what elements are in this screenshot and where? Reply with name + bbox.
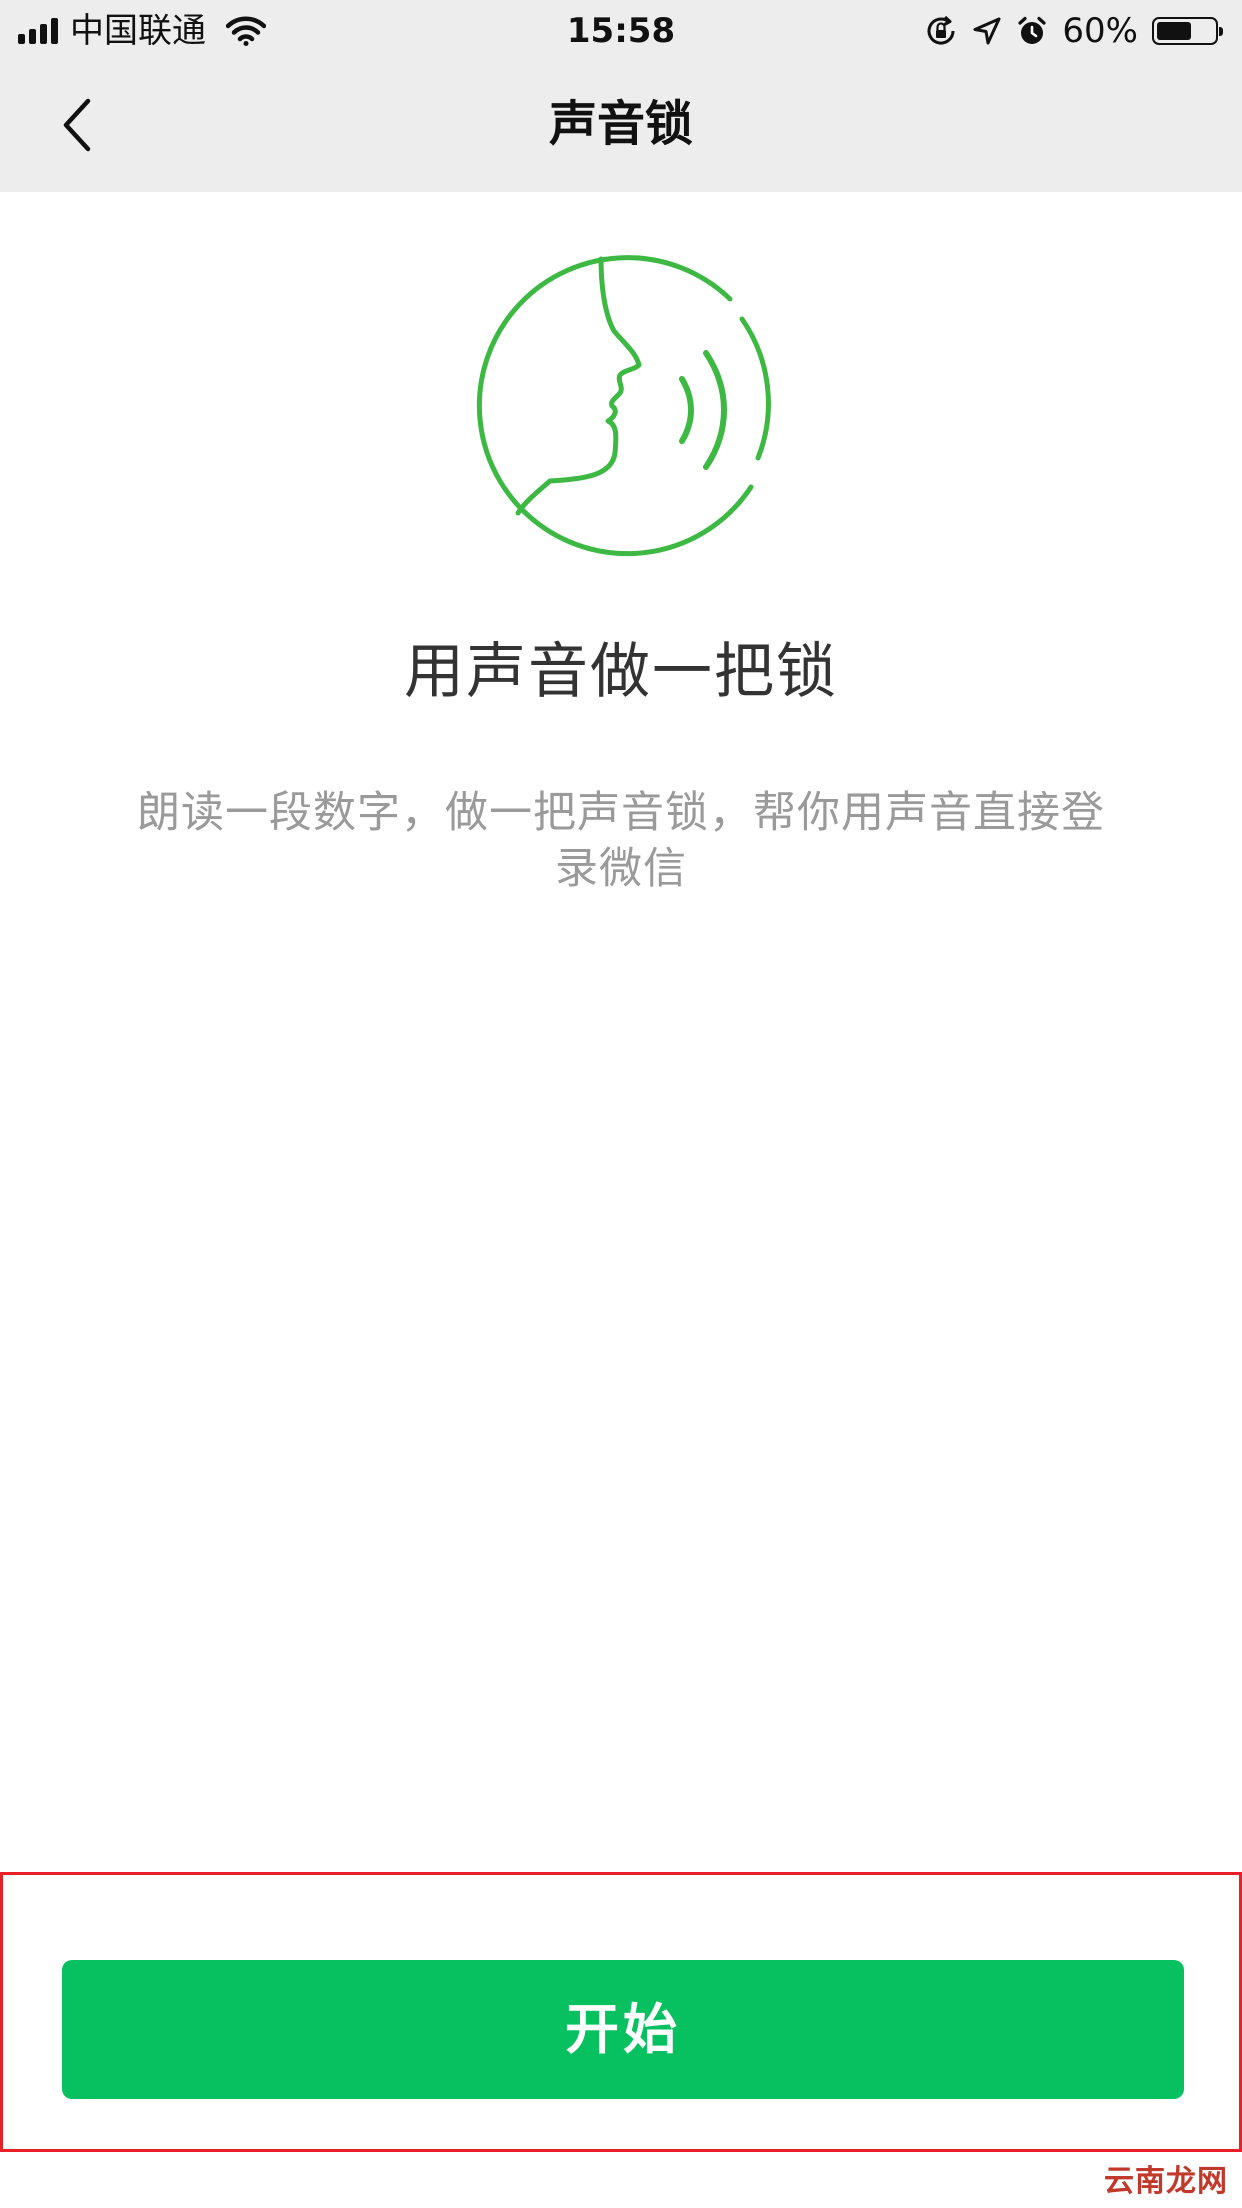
start-button[interactable]: 开始 [62, 1960, 1184, 2099]
navigation-bar: 声音锁 [0, 62, 1242, 192]
watermark: 云南龙网 [1104, 2164, 1228, 2199]
battery-percent: 60% [1062, 11, 1138, 51]
headline: 用声音做一把锁 [404, 637, 838, 707]
status-bar-right: 60% [924, 10, 1224, 52]
page-title: 声音锁 [548, 96, 693, 152]
battery-level-fill [1157, 22, 1191, 40]
status-bar: 中国联通 15:58 60% [0, 0, 1242, 62]
description: 朗读一段数字，做一把声音锁，帮你用声音直接登录微信 [137, 788, 1105, 894]
battery-icon [1152, 17, 1223, 45]
action-panel-highlight: 开始 [0, 1872, 1242, 2152]
orientation-lock-icon [924, 14, 958, 48]
voice-face-icon [468, 253, 774, 559]
location-arrow-icon [972, 16, 1002, 46]
alarm-icon [1016, 15, 1048, 47]
top-bar-area: 中国联通 15:58 60% 声音锁 [0, 0, 1242, 192]
